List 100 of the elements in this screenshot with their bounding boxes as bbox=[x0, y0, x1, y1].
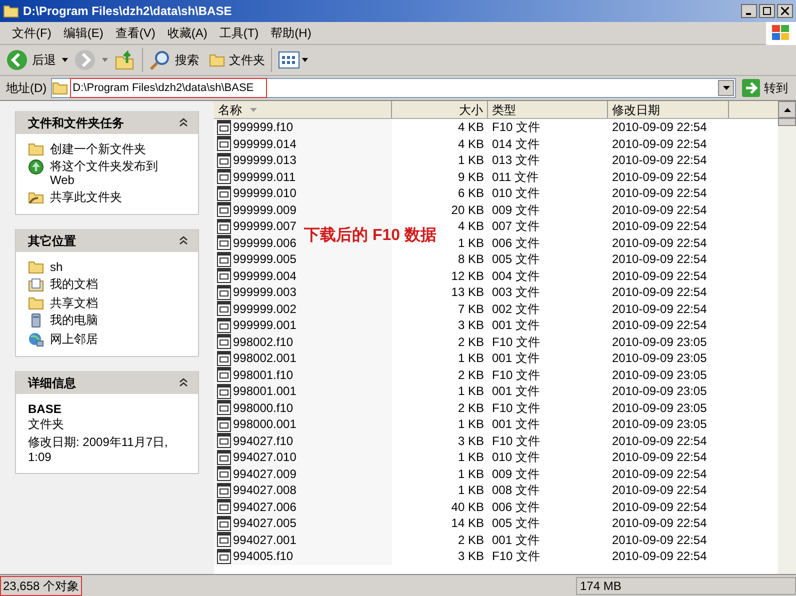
file-type: F10 文件 bbox=[491, 334, 542, 351]
folder-icon bbox=[28, 142, 44, 156]
task-link[interactable]: 将这个文件夹发布到 Web bbox=[50, 159, 168, 187]
folders-button[interactable]: 文件夹 bbox=[209, 51, 265, 69]
shared-folder-icon bbox=[28, 190, 44, 206]
modified-date: 2010-09-09 22:54 bbox=[611, 482, 708, 500]
modified-date: 2010-09-09 22:54 bbox=[611, 119, 708, 136]
folder-type: 文件夹 bbox=[28, 417, 65, 432]
modified-date: 2010-09-09 22:54 bbox=[611, 168, 708, 186]
file-type: 008 文件 bbox=[491, 482, 540, 500]
menu-item[interactable]: 查看(V) bbox=[111, 24, 160, 42]
file-type: F10 文件 bbox=[491, 366, 542, 384]
folder-icon bbox=[52, 81, 68, 95]
task-link[interactable]: sh bbox=[50, 260, 63, 274]
file-type: 003 文件 bbox=[491, 284, 540, 302]
menu-item[interactable]: 编辑(E) bbox=[59, 24, 108, 42]
address-field[interactable]: D:\Program Files\dzh2\data\sh\BASE bbox=[50, 78, 736, 98]
modified-date: 2010-09-09 22:54 bbox=[611, 202, 708, 219]
task-link[interactable]: 共享文档 bbox=[50, 296, 98, 310]
file-type: 009 文件 bbox=[491, 202, 540, 219]
panel-title: 详细信息 bbox=[28, 374, 76, 392]
search-button[interactable]: 搜索 bbox=[149, 49, 199, 71]
window-title: D:\Program Files\dzh2\data\sh\BASE bbox=[23, 3, 232, 20]
modified-date: 2010-09-09 22:54 bbox=[611, 466, 708, 483]
collapse-icon bbox=[179, 118, 188, 127]
file-type: 005 文件 bbox=[491, 251, 540, 268]
file-type: 009 文件 bbox=[491, 466, 540, 483]
file-size: 14 KB bbox=[451, 515, 484, 532]
file-size: 8 KB bbox=[458, 251, 484, 268]
modified-date: 2010-09-09 23:05 bbox=[611, 383, 708, 400]
modified-date: 2010-09-09 22:54 bbox=[611, 532, 708, 549]
windows-logo-icon bbox=[772, 25, 790, 41]
file-type: 013 文件 bbox=[491, 152, 540, 170]
menu-item[interactable]: 帮助(H) bbox=[266, 24, 316, 42]
modified-date: 2010-09-09 22:54 bbox=[611, 234, 708, 252]
task-link[interactable]: 我的电脑 bbox=[50, 313, 98, 327]
modified-date: 2010-09-09 22:54 bbox=[611, 251, 708, 268]
panel-title: 文件和文件夹任务 bbox=[28, 114, 124, 132]
column-header[interactable]: 大小 bbox=[392, 101, 488, 118]
panel-header[interactable]: 其它位置 bbox=[16, 229, 198, 252]
modified-date: 2010-09-09 23:05 bbox=[611, 366, 708, 384]
file-type: 006 文件 bbox=[491, 234, 540, 252]
file-size: 4 KB bbox=[458, 119, 484, 136]
file-type: F10 文件 bbox=[491, 548, 542, 566]
modified-date: 2010-09-09 22:54 bbox=[611, 185, 708, 202]
column-header[interactable]: 修改日期 bbox=[608, 101, 729, 118]
folder-icon bbox=[28, 260, 44, 274]
file-type: 007 文件 bbox=[491, 218, 540, 236]
task-link[interactable]: 共享此文件夹 bbox=[50, 190, 122, 204]
panel-header[interactable]: 文件和文件夹任务 bbox=[16, 111, 198, 134]
up-folder-icon[interactable] bbox=[114, 49, 136, 71]
back-button[interactable]: 后退 bbox=[6, 49, 56, 71]
close-button[interactable] bbox=[777, 4, 793, 18]
annotation-frame: D:\Program Files\dzh2\data\sh\BASE bbox=[70, 78, 267, 98]
column-header[interactable]: 名称 bbox=[214, 101, 392, 118]
task-link[interactable]: 网上邻居 bbox=[50, 332, 98, 346]
dropdown-button[interactable] bbox=[718, 80, 734, 96]
file-type: 001 文件 bbox=[491, 532, 540, 549]
minimize-button[interactable] bbox=[741, 4, 757, 18]
modified-date: 2010-09-09 22:54 bbox=[611, 136, 708, 153]
scrollbar[interactable] bbox=[778, 101, 796, 574]
maximize-button[interactable] bbox=[759, 4, 775, 18]
task-link[interactable]: 我的文档 bbox=[50, 277, 98, 291]
file-type: 004 文件 bbox=[491, 268, 540, 285]
file-size: 12 KB bbox=[451, 268, 484, 285]
close-icon bbox=[781, 7, 789, 15]
file-size: 9 KB bbox=[458, 168, 484, 186]
file-size: 13 KB bbox=[451, 284, 484, 302]
task-link[interactable]: 创建一个新文件夹 bbox=[50, 142, 146, 156]
views-button[interactable] bbox=[278, 51, 308, 69]
dropdown-caret-icon[interactable] bbox=[62, 58, 68, 62]
dropdown-caret-icon bbox=[302, 58, 308, 62]
file-size: 3 KB bbox=[458, 317, 484, 334]
folder-icon bbox=[3, 4, 19, 18]
menu-item[interactable]: 工具(T) bbox=[215, 24, 263, 42]
modified-date: 2010-09-09 22:54 bbox=[611, 449, 708, 466]
file-size: 1 KB bbox=[458, 466, 484, 483]
menu-item[interactable]: 文件(F) bbox=[8, 24, 56, 42]
modified-date: 修改日期: 2009年11月7日, 1:09 bbox=[28, 435, 169, 465]
file-size: 2 KB bbox=[458, 400, 484, 417]
views-icon bbox=[278, 51, 300, 69]
file-size: 7 KB bbox=[458, 300, 484, 318]
address-label: 地址(D) bbox=[6, 80, 47, 97]
scroll-thumb[interactable] bbox=[778, 118, 796, 126]
file-size: 1 KB bbox=[458, 350, 484, 368]
panel-title: 其它位置 bbox=[28, 232, 76, 250]
file-size: 2 KB bbox=[458, 532, 484, 549]
panel-header[interactable]: 详细信息 bbox=[16, 371, 198, 394]
file-size: 40 KB bbox=[451, 498, 484, 516]
file-type: 005 文件 bbox=[491, 515, 540, 532]
file-type: F10 文件 bbox=[491, 119, 542, 136]
file-type: 014 文件 bbox=[491, 136, 540, 153]
column-header[interactable]: 类型 bbox=[488, 101, 608, 118]
scroll-up-button[interactable] bbox=[778, 101, 796, 118]
menu-item[interactable]: 收藏(A) bbox=[163, 24, 212, 42]
go-button[interactable]: 转到 bbox=[740, 79, 790, 97]
search-icon bbox=[149, 49, 171, 71]
modified-date: 2010-09-09 22:54 bbox=[611, 152, 708, 170]
file-size: 1 KB bbox=[458, 234, 484, 252]
modified-date: 2010-09-09 22:54 bbox=[611, 498, 708, 516]
